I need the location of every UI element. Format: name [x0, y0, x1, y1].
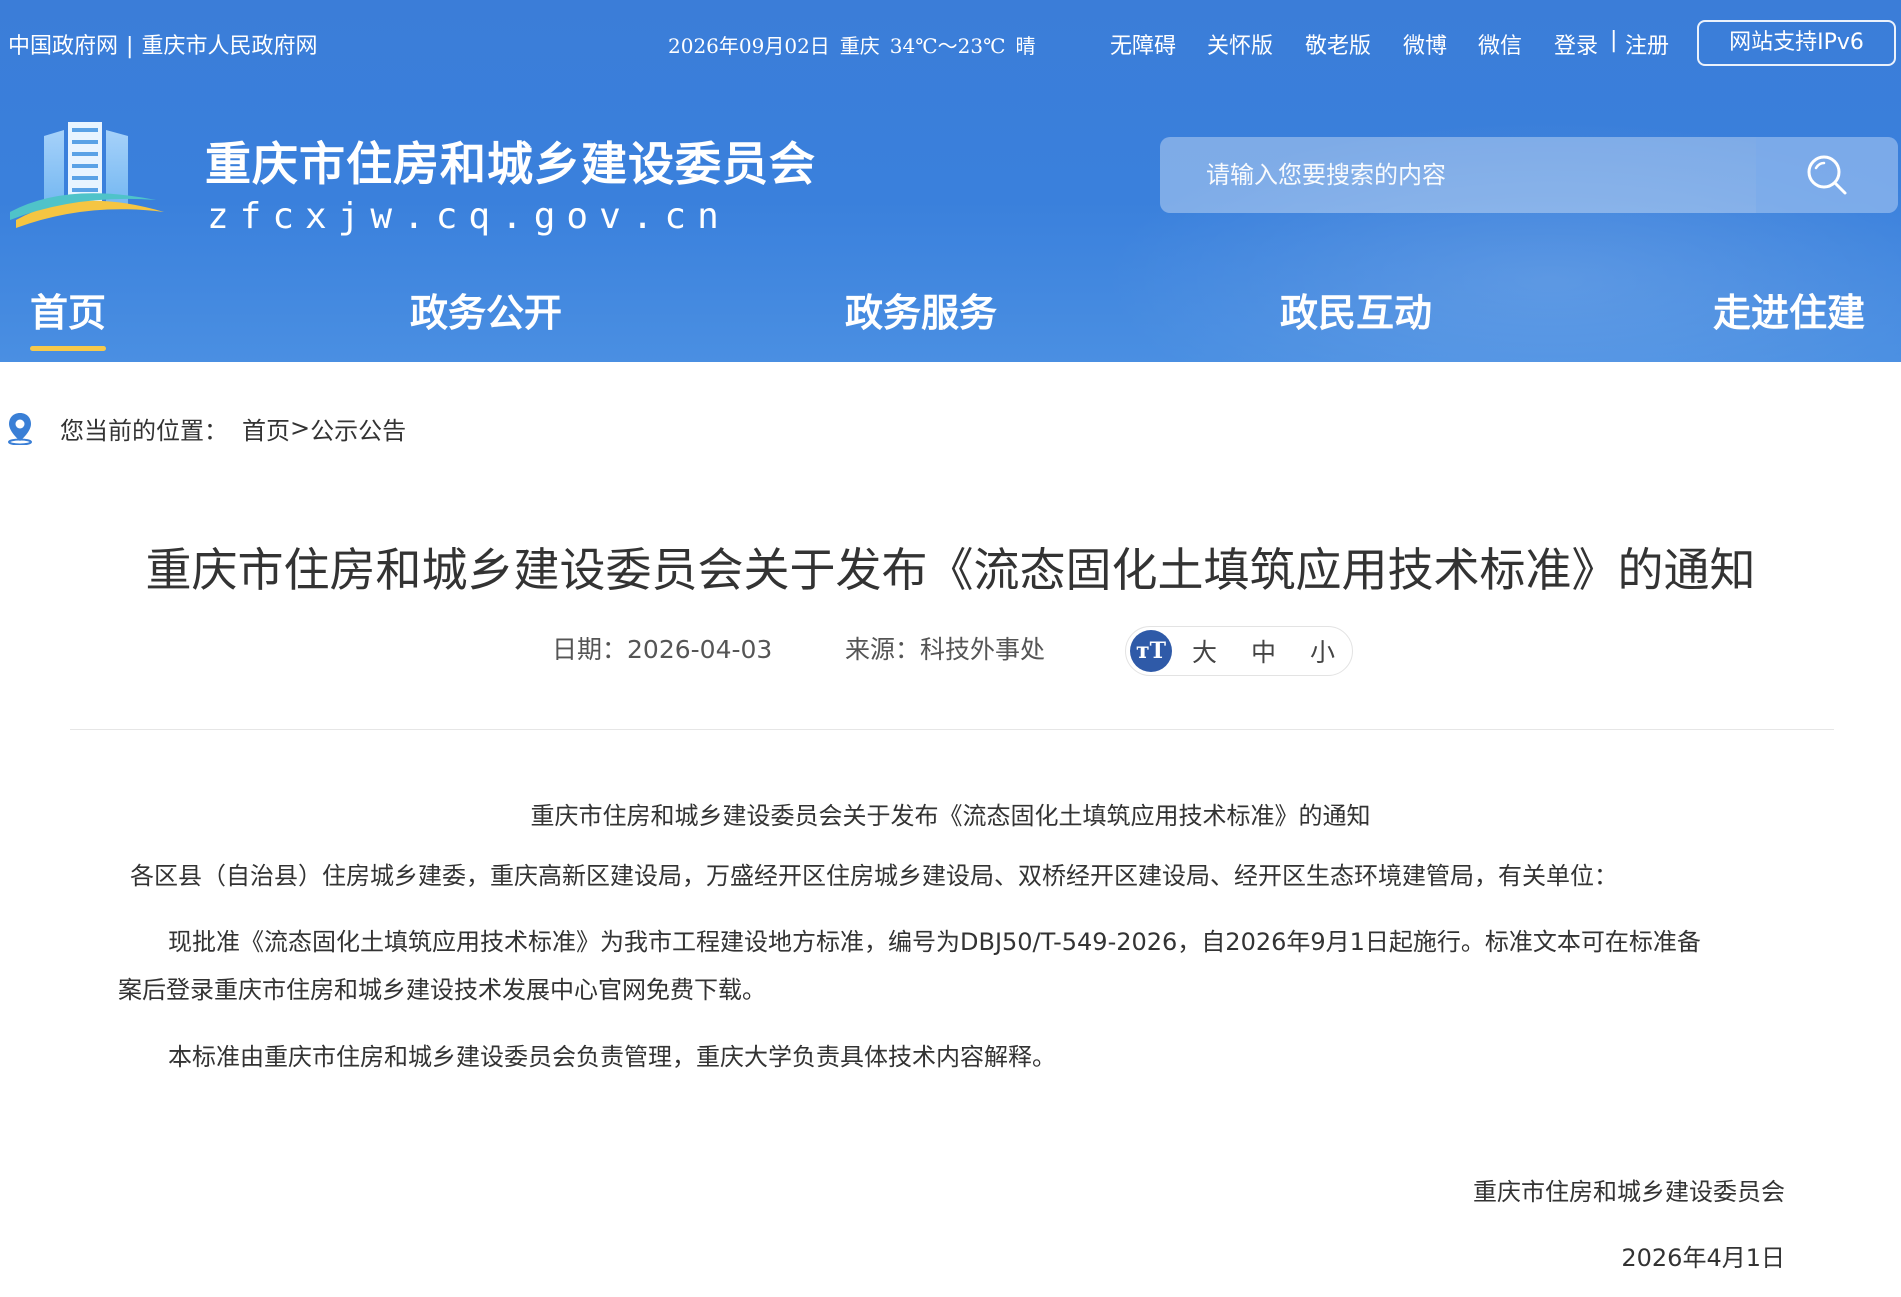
breadcrumb-current[interactable]: 公示公告: [310, 411, 406, 446]
top-bar: 中国政府网 | 重庆市人民政府网 2026年09月02日 重庆 34℃～23℃ 晴 无障碍…: [0, 0, 1901, 86]
article-date: 日期：2026-04-03: [552, 630, 772, 666]
content-divider: [70, 729, 1834, 730]
site-header: 中国政府网 | 重庆市人民政府网 2026年09月02日 重庆 34℃～23℃ 晴 无障碍…: [0, 0, 1901, 362]
search-button[interactable]: [1756, 137, 1898, 213]
login-register-separator: |: [1610, 28, 1618, 53]
date-weather: 2026年09月02日 重庆 34℃～23℃ 晴: [668, 30, 1045, 59]
document-salutation: 各区县（自治县）住房城乡建委，重庆高新区建设局，万盛经开区住房城乡建设局、双桥经…: [130, 862, 1618, 890]
register-link[interactable]: 注册: [1625, 28, 1669, 60]
date-label: 日期：: [552, 635, 628, 664]
site-title[interactable]: 重庆市住房和城乡建设委员会: [205, 128, 816, 194]
nav-home[interactable]: 首页: [30, 282, 107, 351]
source-label: 来源：: [845, 635, 921, 664]
site-logo-icon[interactable]: [6, 116, 166, 240]
ipv6-badge[interactable]: 网站支持IPv6: [1697, 20, 1896, 66]
accessibility-link[interactable]: 无障碍: [1110, 28, 1176, 60]
font-size-medium[interactable]: 中: [1251, 633, 1276, 669]
weibo-link[interactable]: 微博: [1403, 28, 1447, 60]
source-value: 科技外事处: [920, 635, 1046, 664]
search-icon: [1807, 155, 1847, 195]
signature-organization: 重庆市住房和城乡建设委员会: [1473, 1178, 1785, 1206]
search-box: [1160, 137, 1898, 213]
weather-desc: 晴: [1015, 34, 1036, 58]
document-paragraph-1-line-1: 现批准《流态固化土填筑应用技术标准》为我市工程建设地方标准，编号为DBJ50/T…: [168, 928, 1701, 956]
login-link[interactable]: 登录: [1554, 28, 1598, 60]
nav-gov-services[interactable]: 政务服务: [845, 282, 997, 337]
font-size-control: тT 大 中 小: [1125, 626, 1353, 676]
current-date: 2026年09月02日: [668, 34, 830, 58]
breadcrumb-home[interactable]: 首页: [242, 411, 290, 446]
link-chongqing-gov[interactable]: 重庆市人民政府网: [141, 34, 317, 59]
breadcrumb: 您当前的位置： 首页 > 公示公告: [6, 408, 406, 448]
breadcrumb-prefix: 您当前的位置：: [60, 416, 228, 445]
care-mode-link[interactable]: 关怀版: [1207, 28, 1273, 60]
breadcrumb-separator: >: [290, 414, 311, 442]
wechat-link[interactable]: 微信: [1478, 28, 1522, 60]
location-pin-icon: [8, 413, 32, 445]
date-value: 2026-04-03: [627, 635, 773, 664]
document-paragraph-2: 本标准由重庆市住房和城乡建设委员会负责管理，重庆大学负责具体技术内容解释。: [168, 1043, 1056, 1071]
site-domain: zfcxjw.cq.gov.cn: [207, 196, 730, 237]
document-paragraph-1-line-2: 案后登录重庆市住房和城乡建设技术发展中心官网免费下载。: [118, 976, 766, 1004]
article-source: 来源：科技外事处: [845, 630, 1045, 666]
link-china-gov[interactable]: 中国政府网: [8, 34, 118, 59]
nav-public-interaction[interactable]: 政民互动: [1280, 282, 1432, 337]
article-title: 重庆市住房和城乡建设委员会关于发布《流态固化土填筑应用技术标准》的通知: [145, 543, 1756, 597]
document-heading: 重庆市住房和城乡建设委员会关于发布《流态固化土填筑应用技术标准》的通知: [530, 802, 1371, 830]
weather-temp: 34℃～23℃: [889, 34, 1006, 58]
font-size-small[interactable]: 小: [1310, 633, 1335, 669]
font-size-large[interactable]: 大: [1192, 633, 1217, 669]
elder-mode-link[interactable]: 敬老版: [1305, 28, 1371, 60]
gov-links: 中国政府网 | 重庆市人民政府网: [8, 34, 318, 59]
text-size-icon: тT: [1130, 630, 1172, 672]
main-nav: 首页 政务公开 政务服务 政民互动 走进住建: [0, 270, 1901, 362]
signature-date: 2026年4月1日: [1621, 1244, 1785, 1272]
weather-city: 重庆: [839, 34, 880, 58]
nav-gov-affairs-open[interactable]: 政务公开: [410, 282, 562, 337]
search-input[interactable]: [1160, 137, 1756, 213]
nav-about-us[interactable]: 走进住建: [1713, 282, 1865, 337]
